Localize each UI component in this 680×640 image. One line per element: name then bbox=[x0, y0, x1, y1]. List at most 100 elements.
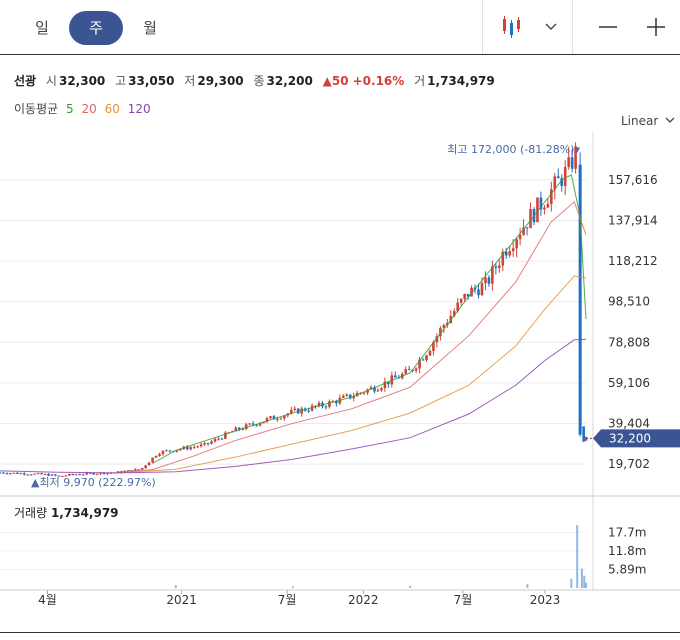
candle-series bbox=[0, 142, 588, 477]
candle-body bbox=[307, 410, 310, 412]
volume-bar bbox=[580, 568, 583, 588]
candle-body bbox=[158, 454, 161, 457]
candle-body bbox=[425, 355, 428, 361]
candle-body bbox=[71, 474, 75, 476]
candle-body bbox=[279, 418, 283, 420]
candle-body bbox=[477, 289, 480, 296]
candle-body bbox=[494, 266, 498, 268]
candle-body bbox=[144, 465, 147, 468]
time-tick-label: 4월 bbox=[38, 593, 57, 607]
candle-body bbox=[511, 248, 515, 252]
candle-body bbox=[293, 408, 297, 410]
candle-body bbox=[276, 418, 279, 420]
candle-body bbox=[404, 369, 407, 374]
candle-body bbox=[192, 446, 196, 448]
candle-body bbox=[504, 251, 508, 256]
candle-body bbox=[508, 251, 512, 256]
candle-body bbox=[421, 359, 425, 361]
candle-body bbox=[92, 473, 95, 475]
volume-bar bbox=[292, 586, 294, 588]
candle-body bbox=[463, 294, 466, 299]
time-tick-label: 7월 bbox=[454, 593, 473, 607]
volume-tick-label: 5.89m bbox=[608, 562, 646, 576]
volume-panel-title: 거래량 1,734,979 bbox=[14, 504, 119, 521]
high-marker-label: 최고 172,000 (-81.28%)▾ bbox=[447, 143, 580, 156]
volume-title-label: 거래량 bbox=[14, 506, 48, 520]
volume-series bbox=[174, 525, 587, 588]
candle-body bbox=[341, 395, 345, 398]
candle-body bbox=[328, 401, 331, 407]
candle-body bbox=[168, 450, 172, 452]
candle-body bbox=[393, 375, 397, 378]
candle-body bbox=[22, 473, 26, 475]
volume-bar bbox=[409, 585, 412, 588]
volume-bar bbox=[583, 575, 586, 588]
volume-tick-label: 17.7m bbox=[608, 525, 646, 539]
candle-body bbox=[189, 447, 193, 450]
volume-bar bbox=[526, 584, 529, 588]
volume-bar bbox=[585, 582, 587, 588]
price-tick-label: 19,702 bbox=[608, 457, 650, 471]
candle-body bbox=[199, 444, 203, 447]
candle-body bbox=[487, 277, 491, 284]
time-tick-label: 7월 bbox=[278, 593, 297, 607]
candle-body bbox=[151, 457, 154, 463]
candle-body bbox=[414, 368, 418, 371]
price-tick-label: 157,616 bbox=[608, 173, 658, 187]
time-tick-label: 2022 bbox=[348, 593, 379, 607]
price-tick-label: 59,106 bbox=[608, 376, 650, 390]
candle-body bbox=[518, 234, 522, 240]
candle-body bbox=[484, 277, 487, 284]
candle-body bbox=[570, 157, 574, 169]
candle-body bbox=[251, 423, 255, 425]
candle-body bbox=[140, 467, 144, 470]
price-tick-label: 78,808 bbox=[608, 335, 650, 349]
ma-5-line bbox=[152, 174, 587, 464]
volume-title-value: 1,734,979 bbox=[50, 506, 119, 520]
candle-body bbox=[95, 473, 99, 475]
candle-body bbox=[407, 369, 411, 371]
volume-bar bbox=[570, 578, 573, 588]
moving-average-series bbox=[0, 174, 587, 474]
candle-body bbox=[9, 473, 12, 475]
volume-y-axis: 17.7m 11.8m 5.89m bbox=[592, 496, 646, 590]
ma-60-line bbox=[117, 275, 587, 474]
candle-body bbox=[217, 438, 220, 440]
candle-body bbox=[5, 473, 9, 475]
candle-body bbox=[220, 438, 224, 440]
candle-body bbox=[515, 239, 518, 249]
volume-bar bbox=[174, 585, 177, 588]
candle-body bbox=[12, 472, 16, 474]
candle-body bbox=[428, 350, 432, 356]
price-tick-label: 39,404 bbox=[608, 416, 650, 430]
volume-bar bbox=[576, 525, 579, 588]
candle-body bbox=[19, 473, 23, 475]
candle-body bbox=[213, 438, 217, 442]
candle-body bbox=[362, 392, 366, 394]
bottom-border bbox=[0, 632, 680, 633]
price-tick-label: 118,212 bbox=[608, 254, 658, 268]
candle-body bbox=[480, 283, 484, 296]
volume-tick-label: 11.8m bbox=[608, 544, 646, 558]
price-tick-label: 98,510 bbox=[608, 295, 650, 309]
ma-120-line bbox=[0, 338, 587, 474]
candle-body bbox=[567, 157, 570, 167]
price-tick-label: 137,914 bbox=[608, 213, 658, 227]
candle-body bbox=[40, 473, 43, 475]
candle-body bbox=[543, 207, 546, 210]
candle-body bbox=[582, 426, 585, 442]
candle-body bbox=[0, 472, 2, 474]
candle-body bbox=[43, 473, 47, 475]
candle-body bbox=[546, 203, 550, 208]
candle-body bbox=[376, 390, 380, 392]
candle-body bbox=[345, 394, 349, 396]
candle-body bbox=[248, 423, 251, 425]
candle-body bbox=[203, 442, 206, 445]
candle-body bbox=[154, 456, 158, 458]
candle-body bbox=[459, 298, 463, 303]
candle-body bbox=[210, 441, 213, 444]
candle-body bbox=[147, 462, 151, 466]
candle-body bbox=[324, 406, 328, 408]
price-chart[interactable]: 157,616 137,914 118,212 98,510 78,808 59,106 3… bbox=[0, 0, 680, 640]
candle-body bbox=[556, 176, 560, 179]
